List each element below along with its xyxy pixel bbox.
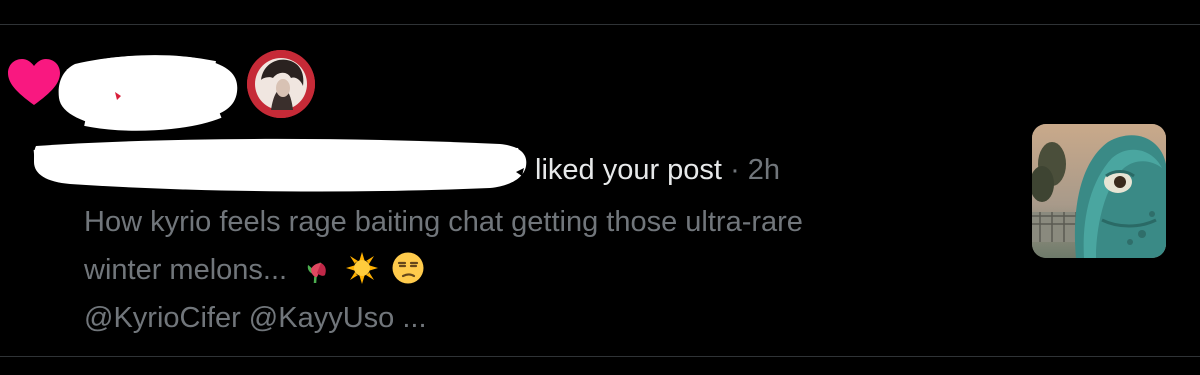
thumbnail-image: [1032, 124, 1166, 258]
post-preview[interactable]: How kyrio feels rage baiting chat gettin…: [84, 198, 1014, 342]
notification-row[interactable]: liked your post · 2h How kyrio feels rag…: [0, 0, 1200, 375]
wilted-flower-emoji: [307, 262, 326, 284]
notification-action: liked your post · 2h: [535, 152, 780, 188]
post-text-line: winter melons...: [84, 246, 1014, 294]
divider: [0, 356, 1200, 357]
post-text-line: How kyrio feels rage baiting chat gettin…: [84, 206, 803, 238]
post-text-line2: winter melons...: [84, 254, 288, 286]
timestamp[interactable]: 2h: [748, 154, 780, 186]
redacted-handle: [33, 138, 527, 192]
avatar[interactable]: [247, 50, 315, 118]
redacted-username: [58, 55, 238, 131]
post-mentions[interactable]: @KyrioCifer @KayyUso ...: [84, 294, 1014, 342]
post-media-thumbnail[interactable]: [1032, 124, 1166, 258]
separator-dot: ·: [730, 154, 740, 186]
divider: [0, 24, 1200, 25]
sun-emoji: [346, 252, 379, 284]
heart-icon: [8, 59, 60, 105]
avatar-image: [247, 50, 315, 118]
action-text: liked your post: [535, 154, 722, 186]
unamused-face-emoji: [392, 252, 424, 284]
